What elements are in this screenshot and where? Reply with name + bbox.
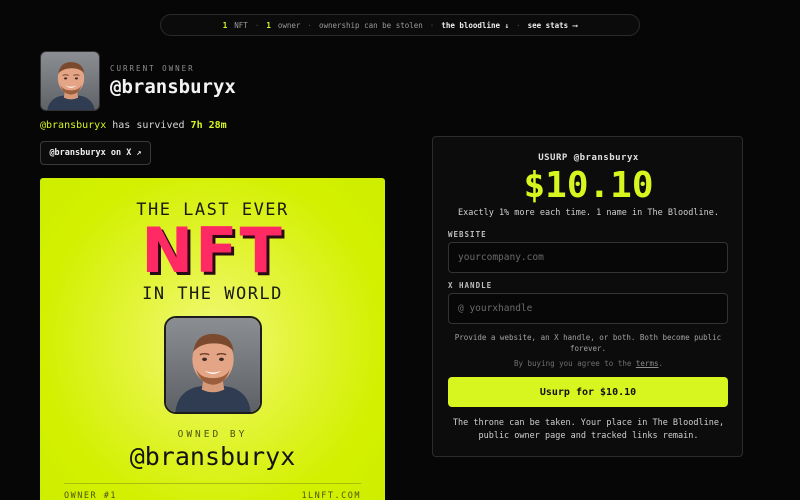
survival-status: @bransburyx has survived 7h 28m xyxy=(40,120,227,131)
x-handle-label: X HANDLE xyxy=(448,281,493,290)
survived-time: 7h 28m xyxy=(190,120,227,131)
nft-card: THE LAST EVER NFT IN THE WORLD OWNED BY … xyxy=(40,178,385,500)
bloodline-link[interactable]: the bloodline ↓ xyxy=(441,21,509,30)
card-owner-handle: @bransburyx xyxy=(129,442,296,471)
separator-dot: · xyxy=(429,20,435,30)
card-owner-photo xyxy=(164,316,262,414)
separator-dot: · xyxy=(516,20,521,30)
owner-count: 1 xyxy=(266,20,271,30)
separator-dot: · xyxy=(254,20,260,30)
input-helper-text: Provide a website, an X handle, or both.… xyxy=(454,333,722,353)
owner-photo xyxy=(166,318,260,412)
terms-prefix: By buying you agree to the xyxy=(513,359,632,368)
owner-label: owner xyxy=(277,20,301,30)
x-handle-input[interactable] xyxy=(448,293,728,324)
see-stats-link[interactable]: see stats ⟶ xyxy=(528,21,578,30)
card-site-name: 1LNFT.COM xyxy=(301,491,361,500)
card-divider xyxy=(64,483,361,484)
card-nft-title: NFT xyxy=(141,214,284,287)
terms-note: By buying you agree to the terms. xyxy=(433,359,744,368)
website-input[interactable] xyxy=(448,242,728,273)
owner-handle: @bransburyx xyxy=(110,76,236,98)
nft-count: 1 xyxy=(222,20,228,30)
website-label: WEBSITE xyxy=(448,230,487,239)
survived-handle: @bransburyx xyxy=(40,120,107,131)
terms-suffix: . xyxy=(658,359,663,368)
stolen-text: ownership can be stolen xyxy=(318,20,423,30)
card-headline-bottom: IN THE WORLD xyxy=(142,284,283,304)
owner-avatar xyxy=(40,51,100,111)
info-bar: 1 NFT · 1 owner · ownership can be stole… xyxy=(160,14,640,36)
owner-photo xyxy=(41,52,100,111)
price-subtitle: Exactly 1% more each time. 1 name in The… xyxy=(458,208,719,218)
card-owner-number: OWNER #1 xyxy=(64,491,117,500)
price-display: $10.10 xyxy=(523,165,654,206)
current-owner-caption: CURRENT OWNER xyxy=(110,64,195,73)
usurp-panel: USURP @bransburyx $10.10 Exactly 1% more… xyxy=(432,136,743,457)
survived-text: has survived xyxy=(112,120,185,131)
separator-dot: · xyxy=(307,20,312,30)
usurp-caption: USURP @bransburyx xyxy=(538,153,639,163)
owner-x-link-button[interactable]: @bransburyx on X ↗ xyxy=(40,141,151,165)
nft-label: NFT xyxy=(234,20,248,30)
terms-link[interactable]: terms xyxy=(636,359,659,368)
owned-by-label: OWNED BY xyxy=(177,429,248,440)
usurp-buy-button[interactable]: Usurp for $10.10 xyxy=(448,377,728,407)
panel-footer-text: The throne can be taken. Your place in T… xyxy=(452,418,725,441)
